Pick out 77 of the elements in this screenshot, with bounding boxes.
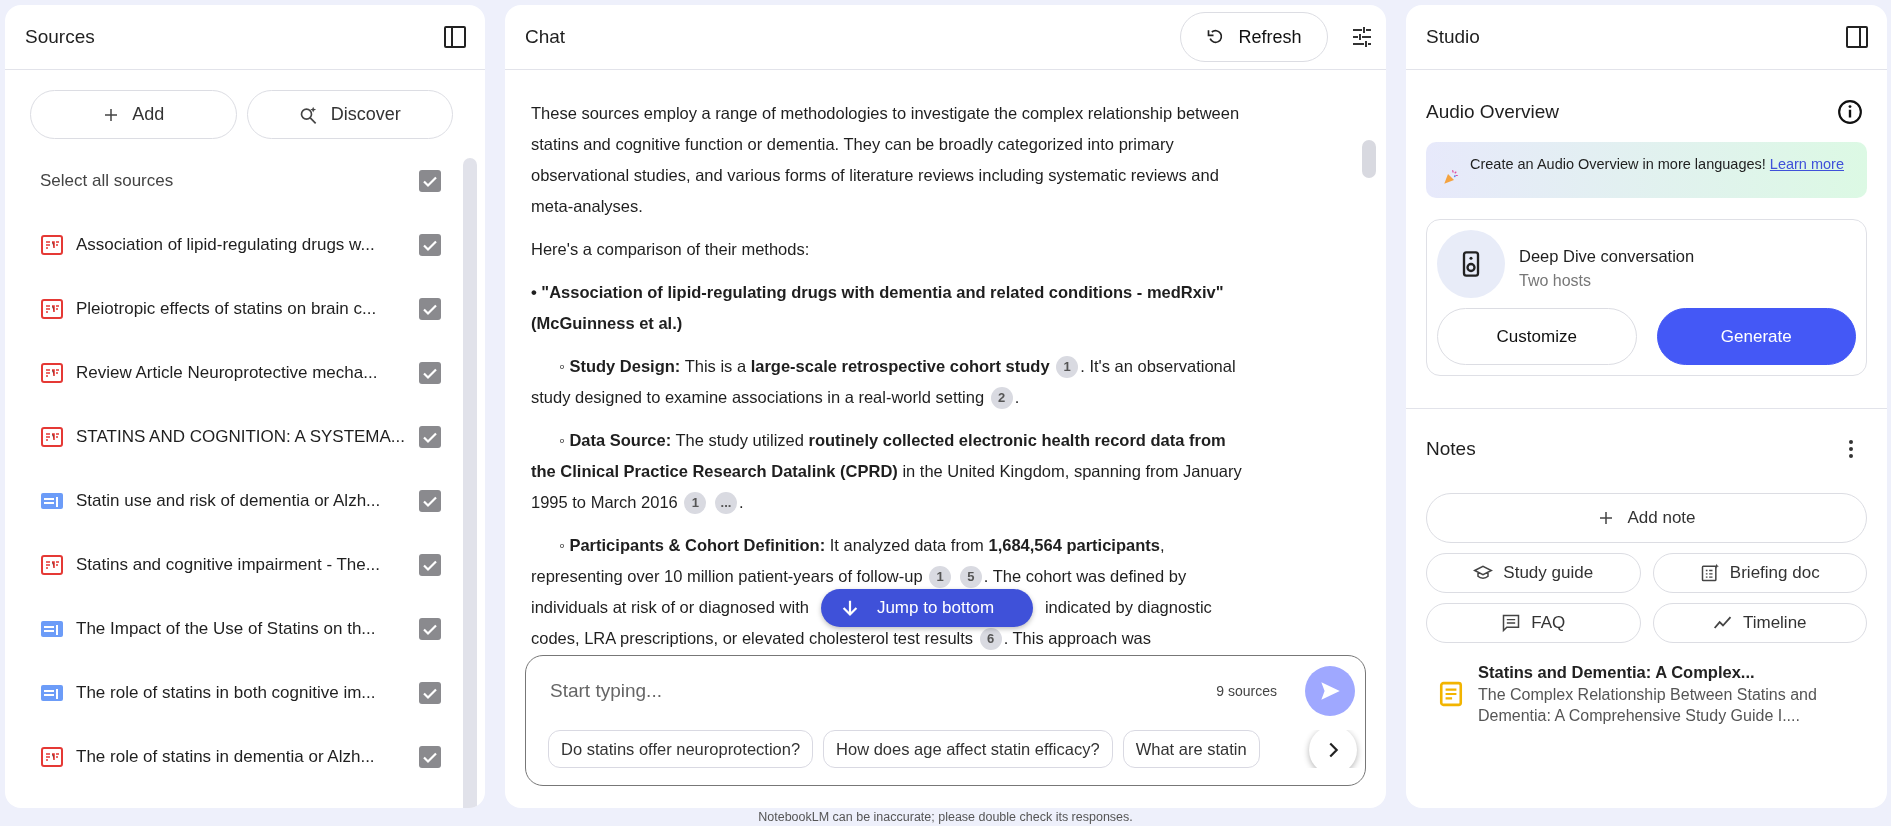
info-icon[interactable]: [1837, 99, 1863, 125]
suggestion-chip[interactable]: Do statins offer neuroprotection?: [548, 730, 814, 768]
note-preview: The Complex Relationship Between Statins and Dementia: A Comprehensive Study Guide I....: [1478, 685, 1818, 726]
panel-toggle-icon[interactable]: [443, 25, 467, 49]
source-title[interactable]: Review Article Neuroprotective mecha...: [76, 363, 407, 383]
message-paragraph: These sources employ a range of methodologies to investigate the complex relationship between statins and cognitive function or dementia. They can be broadly categorized into primary observational studies, and various forms of literature reviews including systematic reviews and meta-analyses.: [531, 103, 1241, 217]
checkbox[interactable]: [419, 298, 441, 320]
message-paragraph: Here's a comparison of their methods:: [531, 239, 811, 260]
checkbox[interactable]: [419, 170, 441, 192]
document-icon: [1699, 563, 1720, 583]
panel-title: Studio: [1426, 26, 1480, 48]
message-input[interactable]: Start typing... 9 sources Do statins offer neuroprotection? How does age affect statin efficacy? What are statin: [525, 655, 1366, 786]
checkbox[interactable]: [419, 554, 441, 576]
suggestion-chip[interactable]: What are statin: [1122, 730, 1260, 768]
add-source-button[interactable]: Add: [30, 90, 237, 139]
source-title[interactable]: Statin use and risk of dementia or Alzh...: [76, 491, 407, 511]
document-icon: [40, 425, 64, 449]
note-icon: [1438, 681, 1464, 707]
suggestion-chip[interactable]: How does age affect statin efficacy?: [823, 730, 1113, 768]
checkbox[interactable]: [419, 234, 441, 256]
scrollbar[interactable]: [463, 158, 477, 808]
document-icon: [40, 233, 64, 257]
source-title[interactable]: STATINS AND COGNITION: A SYSTEMA...: [76, 427, 407, 447]
source-title[interactable]: Association of lipid-regulating drugs w...: [76, 235, 407, 255]
panel-title: Sources: [25, 26, 95, 48]
note-type-button[interactable]: Briefing doc: [1652, 553, 1867, 593]
discover-button[interactable]: Discover: [246, 90, 453, 139]
citation-chip[interactable]: 1: [1056, 356, 1079, 378]
note-type-button[interactable]: Timeline: [1652, 603, 1867, 643]
select-all-label: Select all sources: [40, 171, 175, 191]
citation-chip[interactable]: 6: [979, 628, 1002, 650]
refresh-button[interactable]: Refresh: [1180, 12, 1328, 62]
citation-chip[interactable]: 1: [929, 566, 952, 588]
note-title[interactable]: Statins and Dementia: A Complex...: [1478, 663, 1857, 682]
chat-lines-icon: [1501, 613, 1522, 633]
audio-subtitle: Two hosts: [1519, 272, 1593, 290]
source-title[interactable]: Statins and cognitive impairment - The...: [76, 555, 407, 575]
checkbox[interactable]: [419, 426, 441, 448]
section-title: Audio Overview: [1426, 101, 1560, 123]
banner-text: Create an Audio Overview in more languages! Learn more: [1470, 155, 1844, 174]
source-title[interactable]: The role of statins in dementia or Alzh...: [76, 747, 407, 767]
source-title[interactable]: Pleiotropic effects of statins on brain c...: [76, 299, 407, 319]
audio-title: Deep Dive conversation: [1519, 247, 1695, 266]
message-paragraph: ◦ Participants & Cohort Definition: It analyzed data from 1,684,564 participants, representing over 10 million patient-years of follow-up 1 5 . The cohort was defined by individuals at risk of or diagnosed with Jump to bottom indicated by diagnostic codes, LRA prescriptions, or elevated cholesterol test results 6 . This approach was: [531, 530, 1251, 654]
disclaimer-text: NotebookLM can be inaccurate; please double check its responses.: [757, 810, 1134, 824]
document-icon: [40, 297, 64, 321]
add-note-button[interactable]: Add note: [1426, 493, 1867, 543]
learn-more-link[interactable]: Learn more: [1769, 156, 1844, 172]
source-count: 9 sources: [1216, 683, 1277, 699]
document-icon: [40, 361, 64, 385]
checkbox[interactable]: [419, 618, 441, 640]
note-type-button[interactable]: Study guide: [1426, 553, 1641, 593]
message-paragraph: • "Association of lipid-regulating drugs with dementia and related conditions - medRxiv" (McGuinness et al.): [531, 282, 1225, 334]
party-popper-icon: [1442, 168, 1460, 186]
checkbox[interactable]: [419, 490, 441, 512]
checkbox[interactable]: [419, 746, 441, 768]
message-paragraph: ◦ Study Design: This is a large-scale retrospective cohort study 1 . It's an observational study designed to examine associations in a real-world setting 2 .: [531, 351, 1251, 413]
source-title[interactable]: The role of statins in both cognitive im...: [76, 683, 407, 703]
generate-button[interactable]: Generate: [1656, 308, 1856, 365]
scrollbar-thumb[interactable]: [1362, 140, 1376, 178]
customize-button[interactable]: Customize: [1437, 308, 1637, 365]
document-icon: [40, 745, 64, 769]
jump-to-bottom-button[interactable]: Jump to bottom: [820, 588, 1033, 627]
document-icon: [40, 553, 64, 577]
citation-chip[interactable]: 5: [959, 566, 982, 588]
checkbox[interactable]: [419, 682, 441, 704]
message-paragraph: ◦ Data Source: The study utilized routinely collected electronic health record data from the Clinical Practice Research Datalink (CPRD) in the United Kingdom, spanning from January 1995 to March 2016 1 ... .: [531, 425, 1251, 518]
citation-chip[interactable]: ...: [714, 492, 737, 514]
citation-chip[interactable]: 2: [990, 387, 1013, 409]
panel-title: Chat: [525, 26, 566, 48]
settings-icon[interactable]: [1350, 25, 1374, 49]
checkbox[interactable]: [419, 362, 441, 384]
section-title: Notes: [1426, 438, 1476, 460]
panel-toggle-icon[interactable]: [1845, 25, 1869, 49]
note-type-button[interactable]: FAQ: [1426, 603, 1641, 643]
source-title[interactable]: The Impact of the Use of Statins on th...: [76, 619, 407, 639]
citation-chip[interactable]: 1: [684, 492, 707, 514]
